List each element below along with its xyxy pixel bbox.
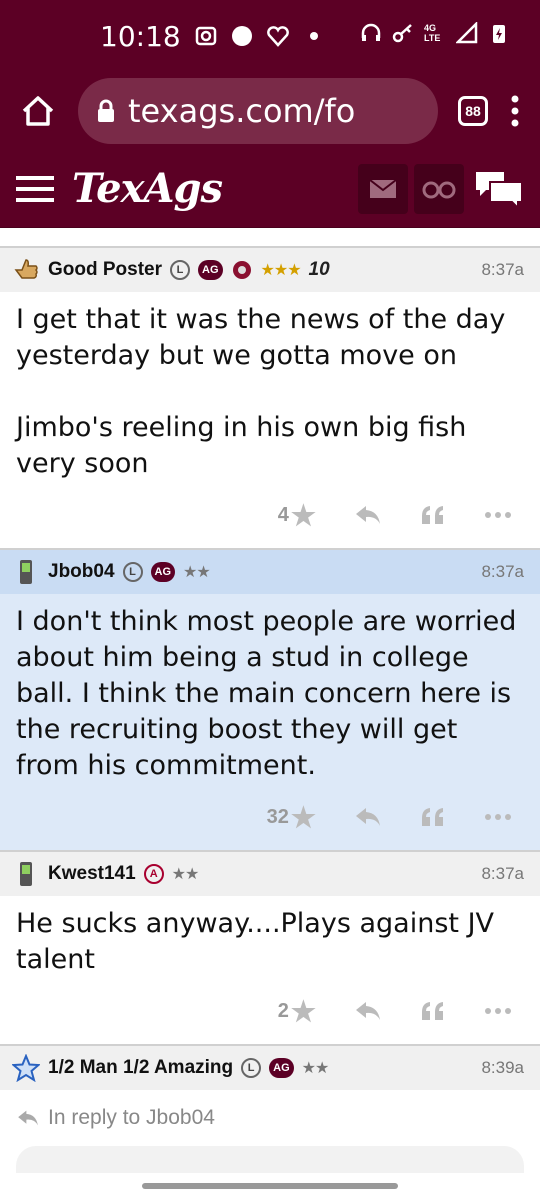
stars: ★★ [183,564,211,581]
status-bar: 10:18 4G LTE [0,0,540,72]
post-time: 8:39a [481,1058,524,1077]
hamburger-menu-icon[interactable] [16,174,54,204]
mobile-phone-icon [20,862,32,886]
browser-toolbar: texags.com/fo 88 [0,72,540,150]
signal-icon [456,22,478,44]
post-header: 1/2 Man 1/2 Amazing L AG ★★ 8:39a [0,1046,540,1090]
address-bar[interactable]: texags.com/fo [78,78,438,144]
envelope-icon [369,178,397,198]
post-actions: 32 ★ [0,784,540,850]
gesture-handle[interactable] [142,1183,398,1189]
badge-ag: AG [198,260,223,280]
tab-switcher-button[interactable]: 88 [458,96,488,126]
in-reply-to-text: In reply to Jbob04 [48,1106,215,1129]
star-outline-icon [12,1054,40,1082]
battery-charging-icon [493,25,505,43]
badge-l: L [122,562,143,582]
more-options-icon[interactable] [484,813,512,821]
record-icon [231,26,252,46]
dot-icon [309,32,318,40]
post-time: 8:37a [481,864,524,883]
watch-button[interactable] [414,163,464,214]
quote-icon[interactable] [420,1000,446,1022]
thread-top-gap [0,228,540,248]
radio-icon [195,26,216,46]
key-icon [392,24,412,43]
stars: ★★★ [260,262,302,279]
url-text: texags.com/fo [128,92,356,130]
ten-badge: 10 [308,259,330,280]
post: Kwest141 A ★★ 8:37a He sucks anyway....P… [0,852,540,1046]
post-header: Jbob04 L AG ★★ 8:37a [0,550,540,594]
badge-a: A [143,864,164,884]
post-body: I get that it was the news of the day ye… [16,304,506,479]
post: Jbob04 L AG ★★ 8:37a I don't think most … [0,550,540,852]
like-button[interactable]: 32 ★ [267,801,316,834]
mascot-icon [232,261,251,279]
post-body: He sucks anyway....Plays against JV tale… [16,908,494,975]
post-username[interactable]: Kwest141 [48,863,136,885]
post: Good Poster L AG ★★★ 10 8:37a I get that… [0,248,540,550]
badge-ag: AG [269,1058,294,1078]
reply-icon[interactable] [354,1000,382,1022]
mobile-phone-icon [20,560,32,584]
post-username[interactable]: 1/2 Man 1/2 Amazing [48,1057,233,1079]
home-icon[interactable] [18,91,58,131]
like-count: 4 [277,503,289,526]
like-button[interactable]: 2 ★ [278,995,316,1028]
chat-bubbles-icon[interactable] [474,168,524,210]
post-body: I don't think most people are worried ab… [0,594,540,784]
badge-l: L [241,1058,262,1078]
post-username[interactable]: Good Poster [48,259,162,281]
star-icon: ★ [290,801,316,833]
quote-icon[interactable] [420,806,446,828]
stars: ★★ [301,1060,330,1077]
post-time: 8:37a [481,260,524,279]
network-type: 4G LTE [424,23,441,43]
star-icon: ★ [290,499,316,531]
in-reply-to-link[interactable]: In reply to Jbob04 [0,1090,540,1146]
like-count: 32 [266,805,289,828]
post-header: Kwest141 A ★★ 8:37a [0,852,540,896]
stars: ★★ [171,866,200,883]
post-actions: 2 ★ [0,978,540,1044]
post-actions: 4 ★ [0,482,540,548]
site-logo[interactable]: TexAgs [72,165,223,212]
binoculars-icon [422,181,456,198]
badge-ag: AG [150,562,176,582]
more-options-icon[interactable] [484,511,512,519]
star-icon: ★ [290,995,316,1027]
headphones-icon [361,23,381,41]
iheart-icon [266,26,289,47]
reply-icon[interactable] [354,504,382,526]
post: 1/2 Man 1/2 Amazing L AG ★★ 8:39a In rep… [0,1046,540,1146]
post-header: Good Poster L AG ★★★ 10 8:37a [0,248,540,292]
more-options-icon[interactable] [484,1007,512,1015]
reply-icon[interactable] [354,806,382,828]
more-vert-icon[interactable] [508,93,522,129]
post-time: 8:37a [481,562,524,581]
site-header: TexAgs [0,150,540,228]
messages-button[interactable] [358,163,408,214]
badge-l: L [170,260,191,280]
thumbs-up-hand-icon [14,259,38,279]
like-count: 2 [277,999,289,1022]
post-username[interactable]: Jbob04 [48,561,115,583]
like-button[interactable]: 4 ★ [278,499,316,532]
quote-icon[interactable] [420,504,446,526]
lock-icon [98,99,114,122]
status-time: 10:18 [100,19,181,53]
reply-icon [18,1110,38,1126]
